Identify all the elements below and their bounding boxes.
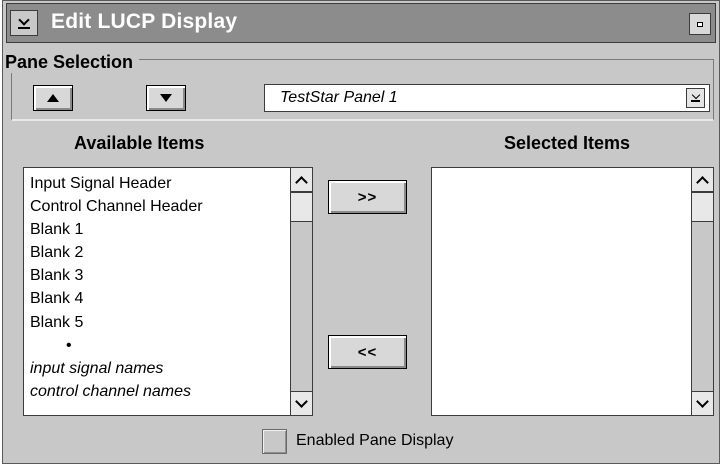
window-menu-icon [18,13,30,29]
pane-select[interactable]: TestStar Panel 1 [264,84,710,112]
available-scroll-up-button[interactable] [291,168,312,192]
scroll-up-icon [295,176,308,189]
pane-down-button[interactable] [146,85,186,111]
available-items-header: Available Items [74,133,205,153]
available-scroll-down-button[interactable] [291,391,312,415]
available-scrollbar[interactable] [290,168,312,415]
enabled-pane-display-toggle[interactable]: Enabled Pane Display [262,428,453,454]
selected-items-list[interactable] [431,167,714,416]
list-item[interactable]: input signal names [30,357,203,380]
list-item[interactable]: Input Signal Header [30,172,203,195]
window-menu-button[interactable] [10,10,38,36]
selected-scroll-down-button[interactable] [692,391,713,415]
dropdown-icon [691,91,700,102]
available-items-entries: Input Signal Header Control Channel Head… [30,172,203,403]
list-item[interactable]: Control Channel Header [30,195,203,218]
scroll-down-icon [295,395,308,408]
remove-items-button[interactable]: << [328,335,407,369]
pane-up-button[interactable] [33,85,73,111]
maximize-button[interactable] [689,13,711,35]
pane-selection-legend: Pane Selection [5,51,140,73]
scroll-up-icon [696,176,709,189]
title-bar[interactable]: Edit LUCP Display [6,3,716,43]
selected-scroll-thumb[interactable] [692,192,713,222]
window-title: Edit LUCP Display [51,10,238,33]
list-item[interactable]: Blank 4 [30,287,203,310]
down-arrow-icon [160,94,172,102]
up-arrow-icon [47,94,59,102]
selected-items-header: Selected Items [504,133,631,153]
pane-select-value: TestStar Panel 1 [280,89,398,106]
list-item[interactable]: Blank 1 [30,218,203,241]
maximize-icon [697,21,703,27]
enabled-pane-display-label: Enabled Pane Display [296,432,454,449]
edit-lucp-display-dialog: Edit LUCP Display Pane Selection TestSta… [2,0,720,464]
pane-select-dropdown-button[interactable] [686,88,705,108]
add-items-button[interactable]: >> [328,180,407,214]
scroll-down-icon [696,395,709,408]
available-items-list[interactable]: Input Signal Header Control Channel Head… [23,167,313,416]
list-item-ellipsis: • [66,336,72,354]
list-item[interactable]: Blank 3 [30,264,203,287]
selected-scrollbar[interactable] [691,168,713,415]
list-item[interactable]: Blank 5 [30,311,203,334]
available-scroll-thumb[interactable] [291,192,312,222]
list-item[interactable]: Blank 2 [30,241,203,264]
enabled-pane-display-checkbox[interactable] [262,428,287,454]
list-item[interactable]: control channel names [30,380,203,403]
selected-scroll-up-button[interactable] [692,168,713,192]
